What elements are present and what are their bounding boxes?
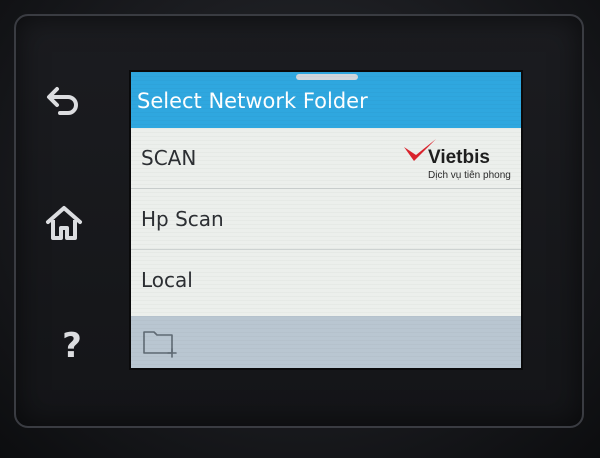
home-icon (46, 206, 82, 240)
back-arrow-icon (47, 87, 78, 115)
printer-bezel: ? Select Network Folder SCAN Hp Scan Loc… (0, 0, 600, 458)
list-item-local[interactable]: Local (131, 250, 521, 310)
back-button[interactable] (40, 74, 88, 122)
title-bar: Select Network Folder (131, 72, 521, 128)
home-button[interactable] (40, 198, 88, 246)
list-item-label: Hp Scan (141, 207, 224, 231)
new-folder-button[interactable] (141, 326, 183, 358)
new-folder-icon (143, 331, 177, 358)
touch-screen: Select Network Folder SCAN Hp Scan Local (131, 72, 521, 368)
vietbis-watermark: Vietbis Dịch vụ tiên phong (402, 137, 511, 183)
watermark-tagline: Dịch vụ tiên phong (428, 170, 511, 181)
question-mark-icon: ? (62, 326, 82, 366)
footer-bar (131, 316, 521, 368)
page-title: Select Network Folder (137, 89, 368, 113)
list-item-label: Local (141, 268, 193, 292)
list-item-hp-scan[interactable]: Hp Scan (131, 189, 521, 250)
pull-down-handle[interactable] (296, 74, 358, 80)
watermark-brand: Vietbis (428, 147, 490, 168)
help-button[interactable]: ? (48, 322, 96, 370)
list-item-label: SCAN (141, 146, 197, 170)
